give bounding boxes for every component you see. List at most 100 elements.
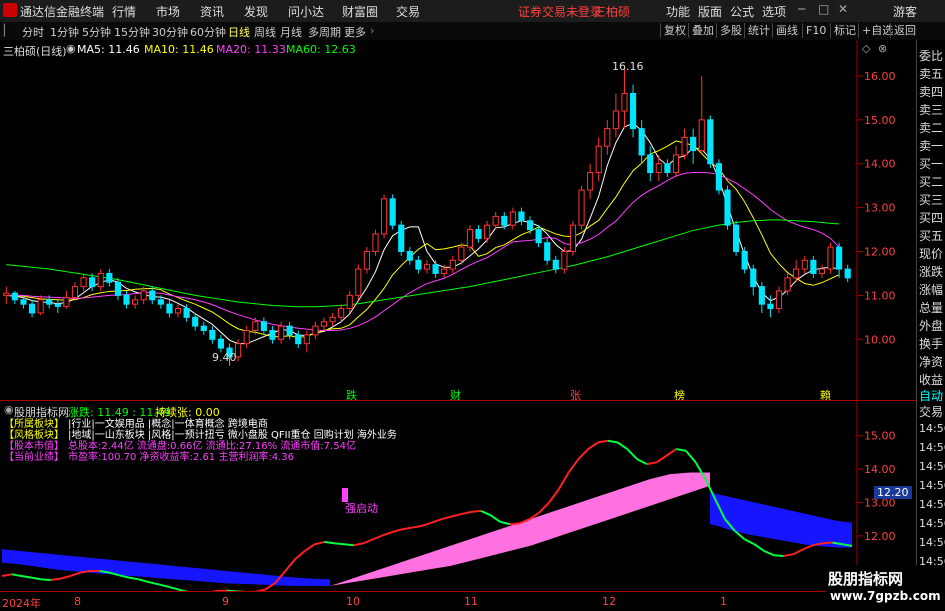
menu-shichang[interactable]: 市场: [156, 3, 180, 20]
btn-huaxian[interactable]: 画线: [772, 23, 801, 38]
rp-buy3[interactable]: 买三: [919, 191, 945, 208]
candle-body: [536, 230, 541, 243]
tab-more[interactable]: 更多: [344, 24, 366, 40]
menubar: 通达信金融终端 行情 市场 资讯 发现 问小达 财富圈 交易 证券交易未登录 三…: [0, 0, 945, 23]
btn-diejia[interactable]: 叠加: [688, 23, 717, 38]
tab-multi-period[interactable]: 多周期: [308, 24, 341, 40]
menu-banmian[interactable]: 版面: [698, 3, 722, 20]
period-toolbar: ▏ 分时 1分钟 5分钟 15分钟 30分钟 60分钟 日线 周线 月线 多周期…: [0, 22, 945, 41]
menu-jiaoyi[interactable]: 交易: [396, 3, 420, 20]
btn-tongji[interactable]: 统计: [744, 23, 773, 38]
menu-zixun[interactable]: 资讯: [200, 3, 224, 20]
date-tick: 8: [74, 595, 81, 608]
toolbar-left-icon[interactable]: ▏: [4, 24, 12, 37]
btn-biaoji[interactable]: 标记: [830, 23, 859, 38]
btn-fuquan[interactable]: 复权: [660, 23, 689, 38]
candle-body: [759, 287, 764, 305]
date-tick: 12: [602, 595, 616, 608]
rp-buy4[interactable]: 买四: [919, 209, 945, 226]
rp-change-pct[interactable]: 涨幅: [919, 281, 945, 298]
candle-body: [304, 335, 309, 344]
menu-wenxiaoda[interactable]: 问小达: [288, 3, 324, 20]
rp-sell5[interactable]: 卖五: [919, 65, 945, 82]
candle-body: [38, 300, 43, 313]
rp-sell3[interactable]: 卖三: [919, 101, 945, 118]
btn-f10[interactable]: F10: [802, 23, 829, 38]
rp-turnover[interactable]: 换手: [919, 335, 945, 352]
tab-30min[interactable]: 30分钟: [152, 24, 188, 40]
btn-fanhui[interactable]: 返回: [890, 23, 919, 38]
rp-buy2[interactable]: 买二: [919, 173, 945, 190]
tab-60min[interactable]: 60分钟: [190, 24, 226, 40]
menu-gongneng[interactable]: 功能: [666, 3, 690, 20]
login-warning[interactable]: 证券交易未登录: [518, 3, 602, 20]
guest-login[interactable]: 游客: [893, 3, 917, 20]
candle-body: [519, 212, 524, 221]
tab-trade[interactable]: 交易: [919, 403, 945, 420]
maximize-icon[interactable]: □: [818, 2, 829, 16]
candle-body: [133, 300, 138, 304]
tab-auto[interactable]: 自动: [919, 387, 945, 404]
candle-body: [141, 291, 146, 300]
candle-body: [596, 146, 601, 172]
candle-body: [553, 260, 558, 269]
menu-gongshi[interactable]: 公式: [730, 3, 754, 20]
rp-outer[interactable]: 外盘: [919, 317, 945, 334]
chart-settings-icon[interactable]: ◇: [862, 42, 870, 55]
candle-body: [485, 225, 490, 238]
indicator-line-seg: [344, 544, 354, 545]
candle-body: [115, 282, 120, 295]
indicator-title: 股朋指标网: [14, 404, 69, 420]
rp-buy5[interactable]: 买五: [919, 227, 945, 244]
menu-hangqing[interactable]: 行情: [112, 3, 136, 20]
rp-weibi[interactable]: 委比: [919, 47, 945, 64]
candle-body: [630, 94, 635, 129]
rp-sell2[interactable]: 卖二: [919, 119, 945, 136]
candle-body: [459, 247, 464, 260]
rp-volume[interactable]: 总量: [919, 299, 945, 316]
indicator-settings-icon[interactable]: ◉: [4, 403, 14, 416]
menu-caifuquan[interactable]: 财富圈: [342, 3, 378, 20]
tab-monthly[interactable]: 月线: [280, 24, 302, 40]
minimize-icon[interactable]: ─: [798, 2, 805, 16]
trade-time: 14:56: [919, 536, 945, 549]
rp-buy1[interactable]: 买一: [919, 155, 945, 172]
kline-chart[interactable]: 16.0015.0014.0013.0012.0011.0010.00: [0, 40, 916, 400]
stock-info-block: 【所属板块】|行业|一文娱用品 |概念|一体育概念 跨境电商 【风格板块】|地域…: [4, 419, 397, 463]
menu-faxian[interactable]: 发现: [244, 3, 268, 20]
candle-body: [72, 287, 77, 298]
candle-body: [751, 269, 756, 287]
candle-body: [270, 331, 275, 340]
y-tick-label: 14.00: [864, 158, 896, 171]
rp-sell4[interactable]: 卖四: [919, 83, 945, 100]
y-tick-label: 15.00: [864, 114, 896, 127]
price-tag: 12.20: [874, 486, 912, 499]
rp-sell1[interactable]: 卖一: [919, 137, 945, 154]
candle-body: [287, 326, 292, 335]
tab-5min[interactable]: 5分钟: [82, 24, 111, 40]
candle-body: [175, 309, 180, 313]
chart-close-icon[interactable]: ⊗: [878, 42, 887, 55]
tab-1min[interactable]: 1分钟: [50, 24, 79, 40]
tab-daily[interactable]: 日线: [228, 24, 250, 40]
candle-body: [339, 309, 344, 318]
close-icon[interactable]: ✕: [838, 2, 848, 16]
candle-body: [467, 230, 472, 248]
tab-weekly[interactable]: 周线: [254, 24, 276, 40]
rp-change[interactable]: 涨跌: [919, 263, 945, 280]
btn-duogu[interactable]: 多股: [716, 23, 745, 38]
candle-body: [570, 225, 575, 251]
tab-fenshi[interactable]: 分时: [22, 24, 44, 40]
candle-body: [64, 298, 69, 307]
date-tick: 10: [346, 595, 360, 608]
tab-15min[interactable]: 15分钟: [114, 24, 150, 40]
candle-body: [545, 243, 550, 261]
rp-eps[interactable]: 收益: [919, 371, 945, 388]
ma-settings-icon[interactable]: ◉: [66, 42, 76, 55]
high-price-label: 16.16: [612, 60, 644, 73]
rp-netasset[interactable]: 净资: [919, 353, 945, 370]
rp-price[interactable]: 现价: [919, 245, 945, 262]
candle-body: [278, 326, 283, 339]
menu-xuanxiang[interactable]: 选项: [762, 3, 786, 20]
more-chevron-icon[interactable]: ›: [370, 24, 374, 37]
